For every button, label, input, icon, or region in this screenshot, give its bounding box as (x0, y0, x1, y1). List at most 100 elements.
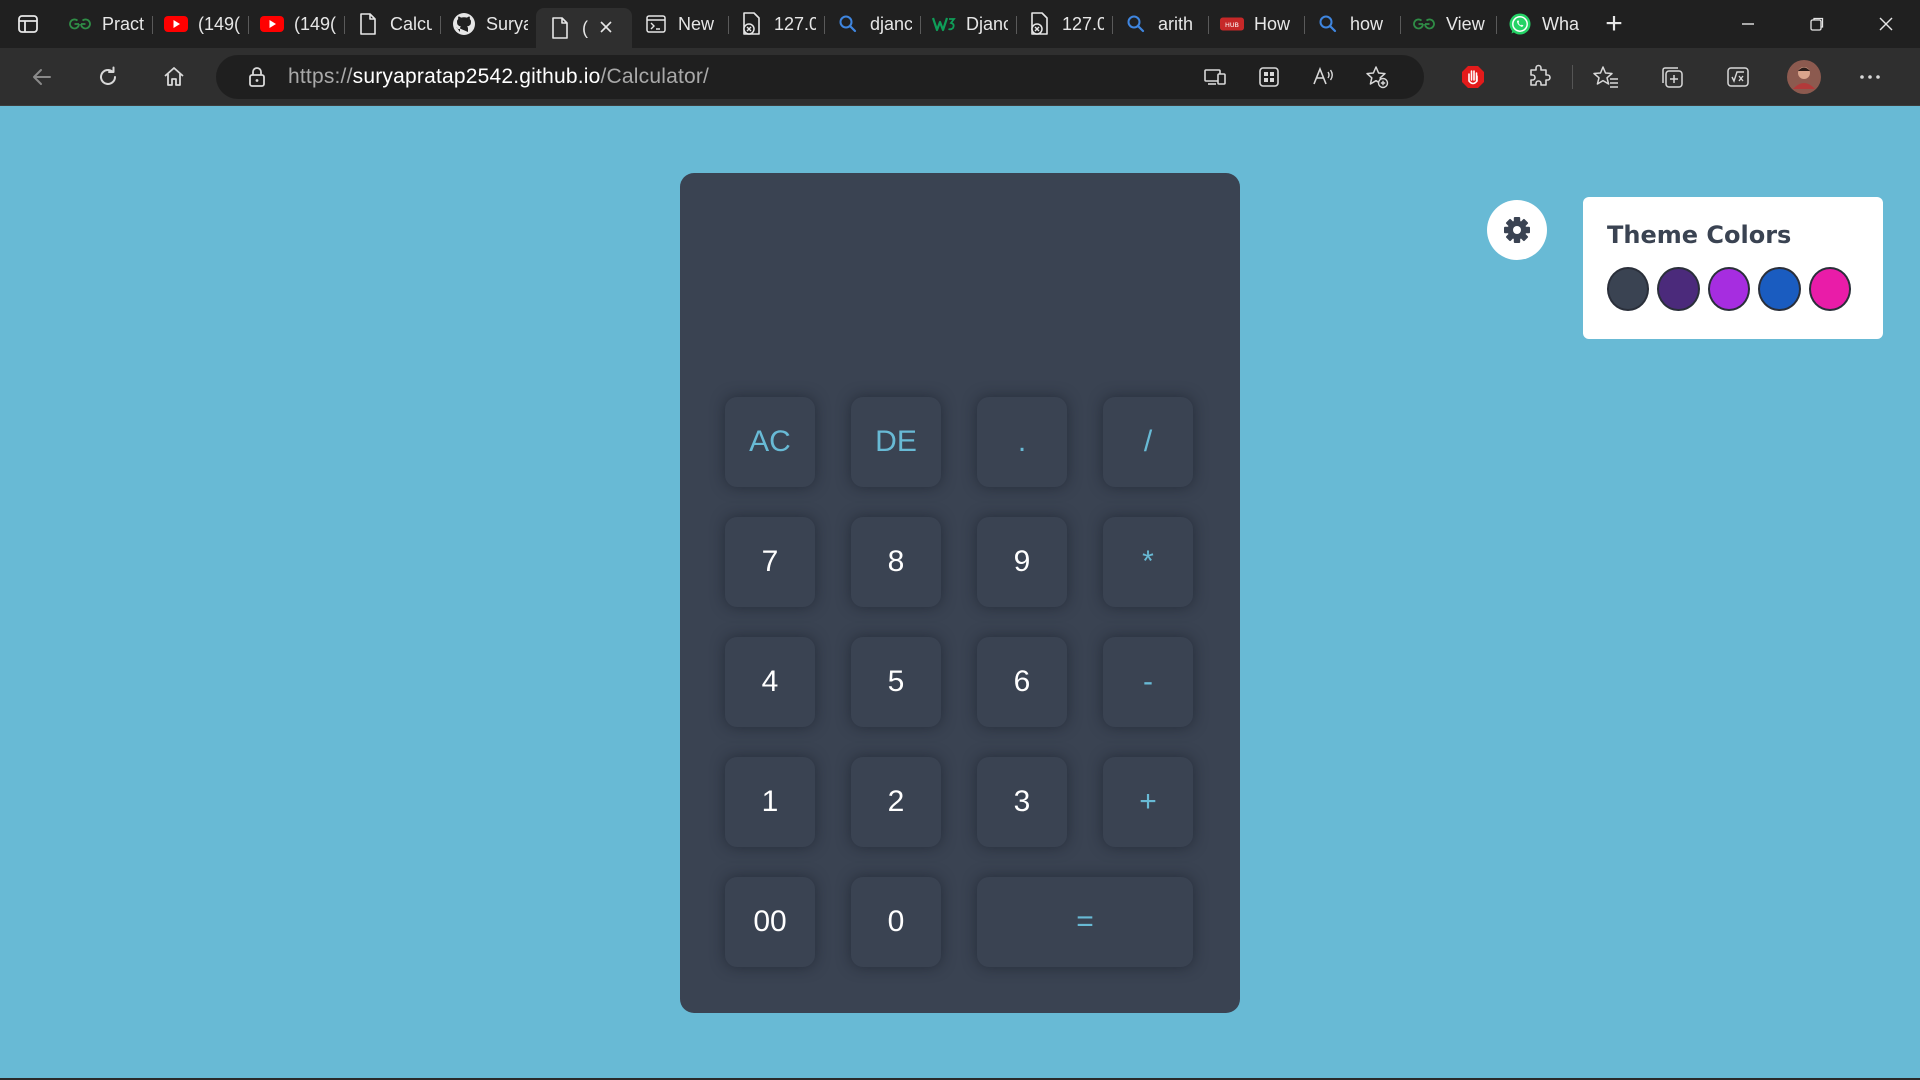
tab-actions-button[interactable] (0, 0, 56, 48)
hub-icon: HUB (1220, 12, 1244, 36)
calc-key[interactable]: * (1103, 517, 1193, 607)
restore-button[interactable] (1782, 0, 1851, 48)
address-bar[interactable]: https://suryapratap2542.github.io/Calcul… (216, 55, 1424, 99)
tab-title: View (1446, 13, 1485, 34)
back-button[interactable] (16, 55, 68, 99)
favorites-icon[interactable] (1573, 64, 1639, 90)
browser-tab[interactable]: (149( (248, 7, 344, 41)
browser-tab[interactable]: ( (536, 8, 632, 48)
tab-title: Surya (486, 13, 528, 34)
browser-tab[interactable]: Wha (1496, 7, 1592, 41)
calculator: AC DE./7 8 9 * 4 5 6-1 2 3 +00 0 = (680, 173, 1240, 1013)
gfg-icon (1412, 12, 1436, 36)
calc-key[interactable]: 3 (977, 757, 1067, 847)
calc-key[interactable]: DE (851, 397, 941, 487)
address-bar-actions (1188, 55, 1404, 99)
restore-icon (1809, 17, 1823, 31)
calc-key[interactable]: 4 (725, 637, 815, 727)
more-options-icon[interactable] (1837, 64, 1903, 90)
window-controls (1713, 0, 1920, 48)
newtab-icon (644, 12, 668, 36)
calc-key[interactable]: / (1103, 397, 1193, 487)
tab-title: Calcu (390, 13, 432, 34)
calc-key[interactable]: 8 (851, 517, 941, 607)
browser-tab[interactable]: how (1304, 7, 1400, 41)
url-path: /Calculator/ (600, 65, 710, 88)
browser-tab[interactable]: djanc (824, 7, 920, 41)
calc-key[interactable]: 2 (851, 757, 941, 847)
svg-text:HUB: HUB (1225, 21, 1239, 29)
theme-colors-title: Theme Colors (1607, 221, 1792, 249)
calc-key[interactable]: + (1103, 757, 1193, 847)
calc-key[interactable]: 9 (977, 517, 1067, 607)
settings-button[interactable] (1487, 200, 1547, 260)
browser-tab[interactable]: (149( (152, 7, 248, 41)
theme-color-swatch[interactable] (1758, 267, 1801, 311)
home-button[interactable] (148, 55, 200, 99)
add-favorite-icon[interactable] (1350, 65, 1404, 89)
collections-icon[interactable] (1639, 64, 1705, 90)
url-scheme: https:// (288, 65, 353, 88)
w3-icon (932, 12, 956, 36)
browser-tab[interactable]: Surya (440, 7, 536, 41)
lock-icon[interactable] (242, 66, 272, 88)
calc-key[interactable]: = (977, 877, 1193, 967)
calc-key[interactable]: 5 (851, 637, 941, 727)
youtube-icon (164, 12, 188, 36)
calculator-display (710, 203, 1210, 353)
theme-color-swatch[interactable] (1607, 267, 1650, 311)
tab-list: Pract (149((149(Calcu Surya (New 127.0 djanc D… (56, 0, 1592, 48)
profile-avatar[interactable] (1771, 59, 1837, 95)
theme-color-swatch[interactable] (1808, 267, 1852, 311)
math-solver-icon[interactable] (1705, 64, 1771, 90)
calc-key[interactable]: 6 (977, 637, 1067, 727)
page-content: AC DE./7 8 9 * 4 5 6-1 2 3 +00 0 = Theme Colors (0, 106, 1920, 1078)
calc-key[interactable]: AC (725, 397, 815, 487)
page-icon (356, 12, 380, 36)
refresh-button[interactable] (82, 55, 134, 99)
browser-tab[interactable]: Calcu (344, 7, 440, 41)
calc-key[interactable]: . (977, 397, 1067, 487)
calc-key[interactable]: 00 (725, 877, 815, 967)
tab-title: Wha (1542, 13, 1580, 34)
close-window-button[interactable] (1851, 0, 1920, 48)
youtube-icon (260, 12, 284, 36)
adblock-extension-icon[interactable] (1440, 64, 1506, 90)
browser-tab[interactable]: HUB How (1208, 7, 1304, 41)
gfg-icon (68, 12, 92, 36)
browser-tab[interactable]: Djanc (920, 7, 1016, 41)
browser-tab[interactable]: 127.0 (728, 7, 824, 41)
plus-icon: + (1605, 7, 1623, 40)
theme-color-swatch[interactable] (1707, 267, 1751, 311)
extensions-icon[interactable] (1506, 64, 1572, 90)
browser-tab[interactable]: New (632, 7, 728, 41)
browser-tab[interactable]: 127.0 (1016, 7, 1112, 41)
toolbar-extensions (1440, 48, 1903, 106)
browser-tab[interactable]: arith (1112, 7, 1208, 41)
new-tab-button[interactable]: + (1592, 4, 1636, 44)
url-text[interactable]: https://suryapratap2542.github.io/Calcul… (288, 65, 709, 89)
url-host: suryapratap2542.github.io (352, 65, 601, 88)
calc-key[interactable]: 0 (851, 877, 941, 967)
gear-icon (1504, 217, 1530, 243)
github-icon (452, 12, 476, 36)
theme-color-swatch[interactable] (1657, 267, 1700, 311)
minimize-button[interactable] (1713, 0, 1782, 48)
search-icon (1124, 12, 1148, 36)
calc-key[interactable]: 1 (725, 757, 815, 847)
browser-tab[interactable]: View (1400, 7, 1496, 41)
calc-key[interactable]: - (1103, 637, 1193, 727)
tab-title: (149( (294, 13, 336, 34)
calc-key[interactable]: 7 (725, 517, 815, 607)
apps-grid-icon[interactable] (1242, 66, 1296, 88)
home-icon (164, 66, 184, 86)
browser-tab[interactable]: Pract (56, 7, 152, 41)
read-aloud-icon[interactable] (1296, 66, 1350, 88)
app-available-icon[interactable] (1188, 66, 1242, 88)
tab-title: 127.0 (1062, 13, 1104, 34)
page-icon (548, 16, 572, 40)
minimize-icon (1741, 23, 1754, 25)
tab-title: how (1350, 13, 1384, 34)
search-icon (836, 12, 860, 36)
close-tab-icon[interactable] (596, 18, 616, 39)
